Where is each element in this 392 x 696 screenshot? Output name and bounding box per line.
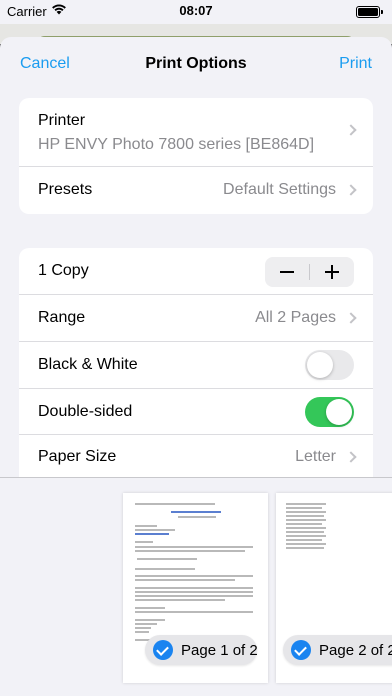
checkmark-icon [153, 640, 173, 660]
print-options-sheet: Cancel Print Options Print Printer HP EN… [0, 37, 392, 696]
copies-label: 1 Copy [38, 262, 89, 279]
increment-button[interactable] [310, 257, 354, 287]
status-bar: Carrier 08:07 [0, 0, 392, 24]
range-label: Range [38, 309, 86, 326]
black-white-toggle[interactable] [305, 350, 354, 380]
chevron-right-icon [345, 124, 357, 136]
sheet-title: Print Options [145, 55, 247, 72]
toggle-knob [326, 399, 352, 425]
paper-size-value: Letter [295, 448, 336, 465]
page-thumbnail-1[interactable]: Page 1 of 2 [123, 493, 268, 683]
page-1-badge: Page 1 of 2 [145, 635, 258, 665]
range-value: All 2 Pages [255, 309, 336, 326]
presets-label: Presets [38, 181, 93, 198]
printer-row[interactable]: Printer HP ENVY Photo 7800 series [BE864… [19, 98, 373, 167]
options-group: 1 Copy Range All 2 Pages Black & White D… [19, 248, 373, 488]
decrement-button[interactable] [265, 257, 309, 287]
presets-row[interactable]: Presets Default Settings [19, 167, 373, 214]
printer-label: Printer [38, 112, 86, 129]
presets-value: Default Settings [223, 181, 336, 198]
printer-name: HP ENVY Photo 7800 series [BE864D] [38, 136, 315, 153]
page-2-label: Page 2 of 2 [319, 642, 392, 659]
black-white-label: Black & White [38, 356, 138, 373]
copies-stepper [265, 257, 354, 287]
navigation-bar: Cancel Print Options Print [0, 37, 392, 91]
printer-group: Printer HP ENVY Photo 7800 series [BE864… [19, 98, 373, 214]
page-2-badge: Page 2 of 2 [283, 635, 392, 665]
page-1-label: Page 1 of 2 [181, 642, 258, 659]
chevron-right-icon [345, 451, 357, 463]
page-thumbnail-2[interactable]: Page 2 of 2 [276, 493, 392, 683]
double-sided-toggle[interactable] [305, 397, 354, 427]
black-white-row: Black & White [19, 342, 373, 389]
chevron-right-icon [345, 312, 357, 324]
print-button[interactable]: Print [339, 55, 372, 73]
battery-icon [356, 6, 383, 18]
range-row[interactable]: Range All 2 Pages [19, 295, 373, 342]
copies-row: 1 Copy [19, 248, 373, 295]
checkmark-icon [291, 640, 311, 660]
toggle-knob [307, 352, 333, 378]
page-preview-area[interactable]: Page 1 of 2 Page 2 of 2 [0, 477, 392, 696]
paper-size-label: Paper Size [38, 448, 117, 465]
clock: 08:07 [179, 3, 213, 18]
double-sided-label: Double-sided [38, 403, 133, 420]
double-sided-row: Double-sided [19, 389, 373, 435]
chevron-right-icon [345, 184, 357, 196]
